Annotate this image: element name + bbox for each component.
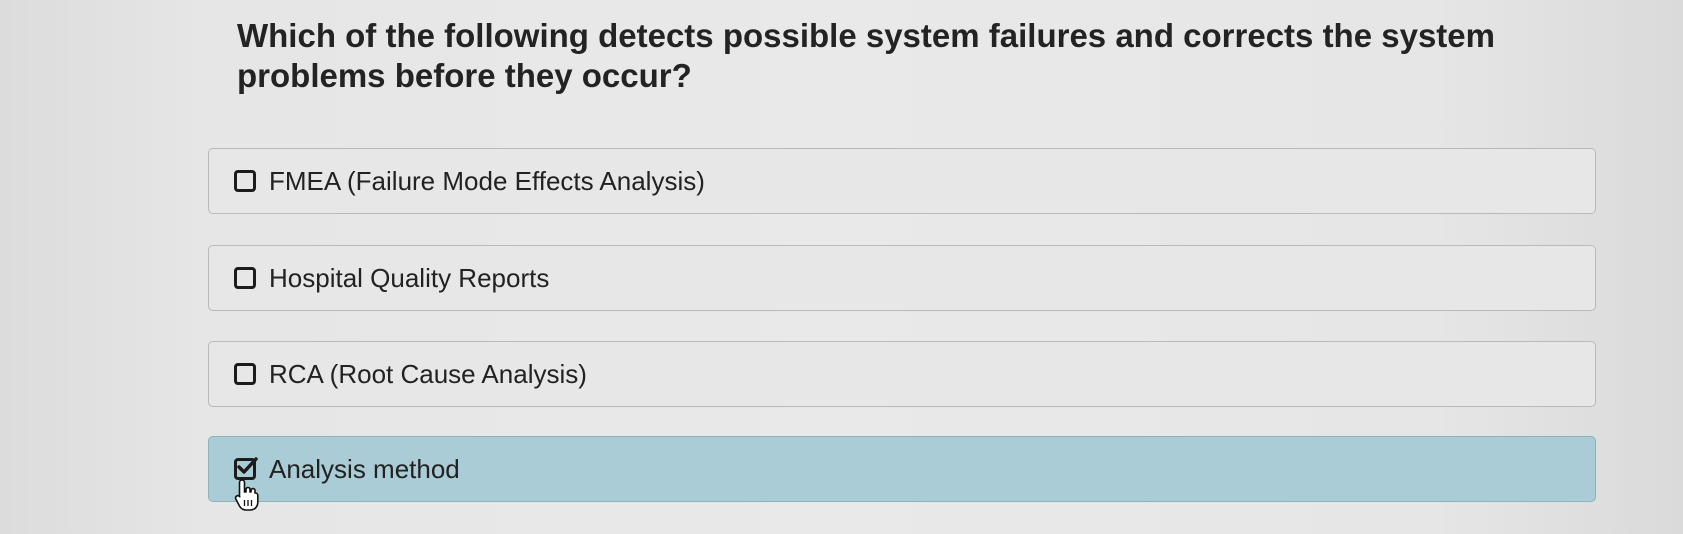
checkbox-icon[interactable] bbox=[234, 267, 256, 289]
option-label: RCA (Root Cause Analysis) bbox=[269, 358, 587, 389]
checkbox-icon[interactable] bbox=[234, 170, 256, 192]
checkmark-icon bbox=[237, 457, 258, 474]
option-label: Hospital Quality Reports bbox=[269, 262, 550, 293]
option-analysis-method[interactable]: Analysis method bbox=[208, 436, 1596, 502]
option-fmea[interactable]: FMEA (Failure Mode Effects Analysis) bbox=[208, 148, 1596, 214]
option-label: FMEA (Failure Mode Effects Analysis) bbox=[269, 165, 705, 196]
answer-options: FMEA (Failure Mode Effects Analysis) Hos… bbox=[0, 0, 1683, 534]
option-rca[interactable]: RCA (Root Cause Analysis) bbox=[208, 341, 1596, 407]
checkbox-icon[interactable] bbox=[234, 363, 256, 385]
option-label: Analysis method bbox=[269, 453, 460, 484]
option-hospital-quality-reports[interactable]: Hospital Quality Reports bbox=[208, 245, 1596, 311]
checkbox-checked-icon[interactable] bbox=[234, 457, 258, 480]
hand-pointer-icon bbox=[234, 479, 259, 511]
